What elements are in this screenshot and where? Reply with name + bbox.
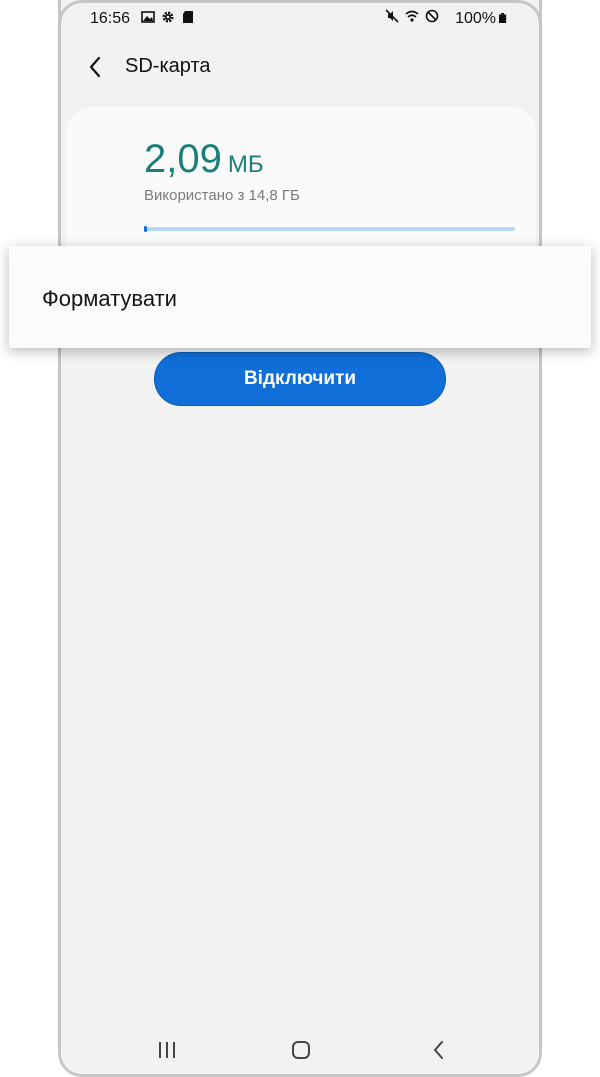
status-right-icons (385, 9, 439, 23)
used-storage: 2,09 МБ (144, 137, 264, 182)
status-time: 16:56 (90, 10, 131, 27)
storage-progress-bar (144, 226, 515, 232)
storage-card: 2,09 МБ Використано з 14,8 ГБ (66, 107, 536, 257)
gear-icon (162, 11, 174, 23)
used-of-total: Використано з 14,8 ГБ (144, 187, 300, 204)
disconnect-button[interactable]: Відключити (154, 352, 446, 406)
battery-icon (499, 13, 507, 23)
do-not-disturb-icon (425, 9, 439, 23)
back-icon[interactable] (431, 1039, 445, 1061)
chevron-left-icon[interactable] (86, 55, 106, 79)
storage-progress-fill (144, 226, 147, 232)
app-header: SD-карта (61, 40, 539, 96)
image-icon (141, 11, 155, 23)
phone-frame: 16:56 100% SD-карта 2,09 МБ Використано … (58, 0, 542, 1077)
screen: 16:56 100% SD-карта 2,09 МБ Використано … (61, 0, 539, 1074)
menu-item-format[interactable]: Форматувати (42, 286, 177, 312)
status-left-icons (141, 10, 195, 24)
home-icon[interactable] (291, 1040, 311, 1060)
used-storage-value: 2,09 (144, 137, 222, 181)
navigation-bar (61, 1020, 539, 1074)
used-storage-unit: МБ (227, 151, 264, 178)
status-bar: 16:56 100% (61, 0, 539, 38)
popup-menu: Форматувати (9, 246, 591, 348)
battery-percent: 100% (455, 10, 496, 27)
page-title: SD-карта (125, 55, 211, 77)
sd-card-icon (183, 11, 193, 23)
wifi-icon (405, 10, 419, 22)
recents-icon[interactable] (157, 1041, 177, 1059)
mute-icon (385, 9, 399, 23)
